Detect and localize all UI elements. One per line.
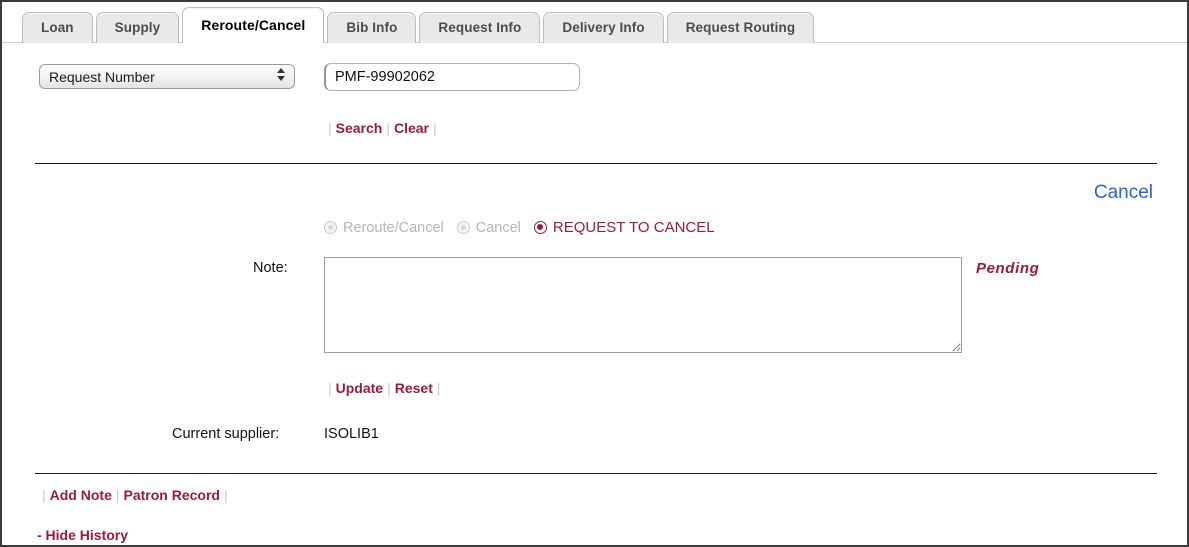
tab-reroute-cancel[interactable]: Reroute/Cancel bbox=[182, 7, 325, 43]
note-label: Note: bbox=[253, 260, 288, 276]
search-field-select[interactable]: Request Number bbox=[39, 64, 295, 89]
section-divider-bottom bbox=[35, 473, 1157, 474]
reset-button[interactable]: Reset bbox=[395, 380, 433, 396]
separator-pipe: | bbox=[433, 120, 437, 136]
radio-button-icon[interactable] bbox=[324, 221, 337, 234]
separator-pipe: | bbox=[328, 380, 332, 396]
radio-label-reroute-cancel: Reroute/Cancel bbox=[343, 219, 444, 236]
footer-actions: | Add Note | Patron Record | bbox=[38, 487, 232, 503]
separator-pipe: | bbox=[223, 487, 228, 503]
clear-button[interactable]: Clear bbox=[394, 120, 429, 136]
cancel-request-link[interactable]: Cancel bbox=[1094, 182, 1153, 204]
separator-pipe: | bbox=[115, 487, 120, 503]
current-supplier-label: Current supplier: bbox=[172, 426, 280, 442]
search-panel: Request Number |Search|Clear| bbox=[2, 43, 1187, 155]
radio-option-cancel[interactable]: Cancel bbox=[456, 219, 521, 236]
tab-supply[interactable]: Supply bbox=[95, 12, 180, 43]
tab-request-info[interactable]: Request Info bbox=[419, 12, 541, 43]
radio-option-reroute-cancel[interactable]: Reroute/Cancel bbox=[324, 220, 444, 236]
search-button[interactable]: Search bbox=[336, 120, 383, 136]
separator-pipe: | bbox=[387, 380, 391, 396]
radio-label-cancel: Cancel bbox=[475, 219, 521, 236]
separator-pipe: | bbox=[328, 120, 332, 136]
radio-button-selected-icon[interactable] bbox=[533, 221, 547, 234]
search-query-input[interactable] bbox=[324, 63, 580, 91]
note-actions: | Update | Reset | bbox=[324, 380, 445, 396]
tab-loan[interactable]: Loan bbox=[22, 12, 93, 43]
separator-pipe: | bbox=[42, 487, 46, 503]
radio-option-request-to-cancel[interactable]: REQUEST TO CANCEL bbox=[533, 219, 715, 236]
tab-bib-info[interactable]: Bib Info bbox=[327, 12, 417, 43]
hide-history-toggle[interactable]: - Hide History bbox=[37, 527, 128, 543]
separator-pipe: | bbox=[386, 120, 390, 136]
tab-list: Loan Supply Reroute/Cancel Bib Info Requ… bbox=[22, 7, 815, 43]
patron-record-link[interactable]: Patron Record bbox=[124, 487, 220, 503]
update-button[interactable]: Update bbox=[336, 380, 383, 396]
add-note-button[interactable]: Add Note bbox=[50, 487, 112, 503]
separator-pipe: | bbox=[436, 380, 441, 396]
request-management-page: Loan Supply Reroute/Cancel Bib Info Requ… bbox=[0, 0, 1189, 547]
search-field-selector-wrap: Request Number bbox=[39, 64, 295, 89]
tab-request-routing[interactable]: Request Routing bbox=[666, 12, 815, 43]
current-supplier-value: ISOLIB1 bbox=[324, 426, 379, 442]
note-textarea[interactable] bbox=[324, 257, 962, 353]
tab-delivery-info[interactable]: Delivery Info bbox=[543, 12, 664, 43]
action-mode-radio-group: Reroute/Cancel Cancel REQUEST TO CANCEL bbox=[324, 219, 715, 236]
tab-bar: Loan Supply Reroute/Cancel Bib Info Requ… bbox=[2, 2, 1187, 43]
search-actions: | Search | Clear | bbox=[324, 120, 441, 136]
radio-label-request-to-cancel: REQUEST TO CANCEL bbox=[552, 219, 715, 236]
radio-button-icon[interactable] bbox=[456, 221, 470, 234]
section-divider-top bbox=[35, 163, 1157, 164]
status-badge: Pending bbox=[976, 260, 1040, 277]
